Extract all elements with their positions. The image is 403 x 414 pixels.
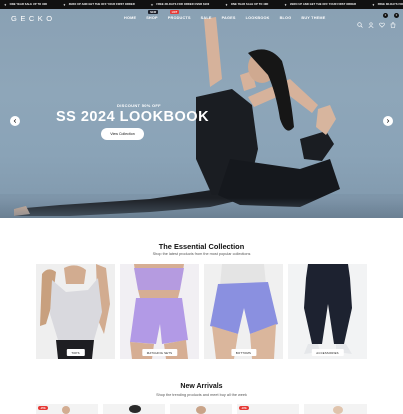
ticker-text: FREE 3D-DAYS FOR ORDER OVER $100 [377, 3, 403, 6]
ticker-text: ZERO UP AND GET THE OFF YOUR FIRST ORDER [290, 3, 357, 6]
collection-card-matching-sets[interactable]: MATCHING SETS [120, 264, 199, 359]
nav-label: BUY THEME [301, 16, 326, 20]
heart-icon[interactable]: 0 [379, 13, 388, 28]
search-icon[interactable] [357, 15, 363, 28]
star-icon: ✦ [225, 2, 228, 7]
star-icon: ✦ [372, 2, 375, 7]
header-icons: 0 0 [357, 13, 399, 28]
product-image [129, 405, 141, 413]
ticker-item: ✦FREE 3D-DAYS FOR ORDER OVER $100 [372, 3, 403, 7]
accessories-image [288, 264, 367, 359]
site-header: GECKO HOME SHOP NEW PRODUCTS HOT SALE PAGES LOO… [0, 9, 403, 29]
wishlist-count-badge: 0 [383, 13, 388, 18]
arrivals-grid: -15% -10% [36, 404, 367, 414]
ticker-item: ✦FREE 3D-DAYS FOR ORDER OVER $100 [151, 3, 209, 7]
ticker-text: ONE YEAR SALE UP TO 40D [9, 3, 48, 6]
nav-item-sale[interactable]: SALE [201, 16, 212, 20]
ticker-item: ✦ ONE YEAR SALE UP TO 40D [225, 3, 268, 7]
star-icon: ✦ [4, 2, 7, 7]
arrivals-subtitle: Shop the trending products and meet buy … [156, 393, 247, 397]
nav-item-products[interactable]: PRODUCTS HOT [167, 10, 191, 20]
nav-label: SALE [200, 16, 212, 20]
cart-icon[interactable]: 0 [390, 13, 399, 28]
cart-count-badge: 0 [394, 13, 399, 18]
nav-item-buy-theme[interactable]: BUY THEME [301, 16, 325, 20]
tops-image [36, 264, 115, 359]
product-card[interactable] [304, 404, 367, 414]
nav-label: PRODUCTS [167, 16, 191, 20]
nav-item-blog[interactable]: BLOG [280, 16, 292, 20]
arrivals-title: New Arrivals [180, 383, 223, 390]
hero-floor-shade [0, 198, 403, 218]
product-card[interactable] [170, 404, 232, 414]
nav-label: LOOKBOOK [245, 16, 270, 20]
nav-badge: HOT [169, 10, 180, 14]
nav-label: HOME [124, 16, 137, 20]
matching-sets-image [120, 264, 199, 359]
star-icon: ✦ [150, 2, 154, 7]
product-image [62, 406, 70, 414]
nav-label: PAGES [221, 16, 236, 20]
collection-card-tops[interactable]: TOPS [36, 264, 115, 359]
nav-badge: NEW [148, 10, 159, 14]
product-card[interactable] [103, 404, 165, 414]
hero-banner: DISCOUNT 50% OFF SS 2024 LOOKBOOK View C… [0, 9, 403, 218]
ticker-text: ONE YEAR SALE UP TO 40D [230, 3, 269, 6]
collection-title: The Essential Collection [158, 242, 245, 251]
nav-item-home[interactable]: HOME [124, 16, 136, 20]
sale-badge: -10% [239, 406, 249, 411]
product-image [333, 406, 343, 414]
collection-subtitle: Shop the latest products from the most p… [152, 252, 251, 256]
nav-item-pages[interactable]: PAGES [222, 16, 236, 20]
card-label[interactable]: BOTTOMS [230, 349, 257, 356]
card-label[interactable]: TOPS [66, 349, 85, 356]
product-image [196, 406, 206, 414]
announcement-bar: ✦ ONE YEAR SALE UP TO 40D ✦ ZERO UP AND GET… [0, 0, 403, 9]
star-icon: ✦ [63, 2, 66, 7]
card-label[interactable]: ACCESSORIES [311, 349, 344, 356]
nav-label: SHOP [146, 16, 158, 20]
site-logo[interactable]: GECKO [11, 14, 56, 23]
hero-title: SS 2024 LOOKBOOK [56, 109, 210, 125]
collection-card-bottoms[interactable]: BOTTOMS [204, 264, 283, 359]
slider-prev-button[interactable] [10, 116, 20, 126]
collection-cards: TOPS MATCHING SETS BOTTOMS ACCESSORIES [36, 264, 367, 359]
ticker-text: ZERO UP AND GET THE OFF YOUR FIRST ORDER [68, 3, 135, 6]
view-collection-button[interactable]: View Collection [101, 128, 144, 140]
chevron-right-icon [386, 119, 390, 123]
ticker-item: ✦ ONE YEAR SALE UP TO 40D [4, 3, 47, 7]
ticker-item: ✦ ZERO UP AND GET THE OFF YOUR FIRST ORDE… [63, 3, 135, 7]
hero-eyebrow: DISCOUNT 50% OFF [117, 103, 161, 108]
slider-next-button[interactable] [383, 116, 393, 126]
card-label[interactable]: MATCHING SETS [141, 349, 178, 356]
nav-label: BLOG [279, 16, 292, 20]
ticker-item: ✦ ZERO UP AND GET THE OFF YOUR FIRST ORDE… [284, 3, 356, 7]
bottoms-image [204, 264, 283, 359]
main-nav: HOME SHOP NEW PRODUCTS HOT SALE PAGES LOOKBOOK B… [124, 10, 335, 20]
chevron-left-icon [13, 119, 17, 123]
collection-card-accessories[interactable]: ACCESSORIES [288, 264, 367, 359]
user-icon[interactable] [368, 15, 374, 28]
product-card[interactable]: -15% [36, 404, 98, 414]
product-card[interactable]: -10% [237, 404, 299, 414]
star-icon: ✦ [284, 2, 287, 7]
nav-item-lookbook[interactable]: LOOKBOOK [246, 16, 270, 20]
nav-item-shop[interactable]: SHOP NEW [146, 10, 159, 20]
ticker-text: FREE 3D-DAYS FOR ORDER OVER $100 [156, 3, 210, 6]
